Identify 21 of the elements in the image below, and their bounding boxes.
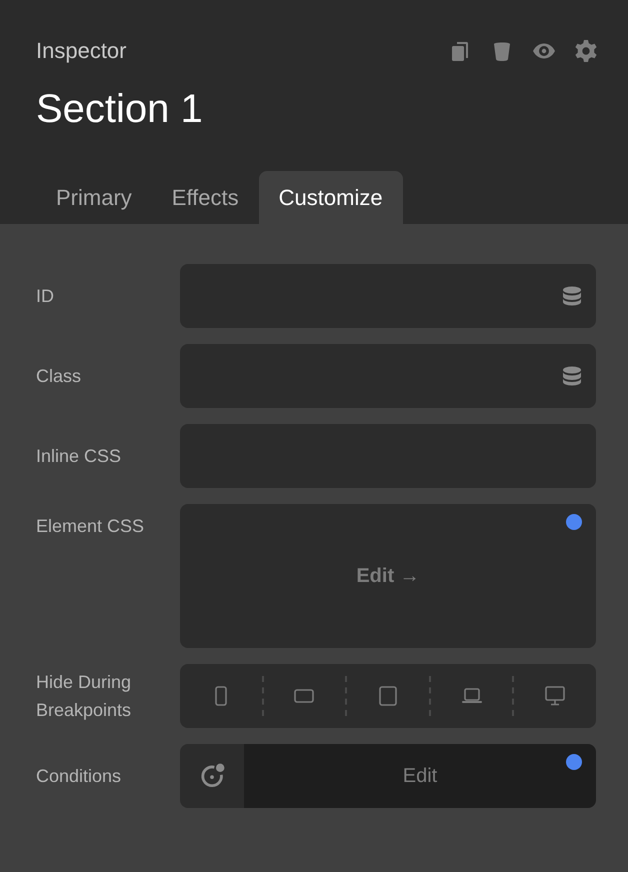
panel-label: Inspector [36,37,126,65]
conditions-edit-button[interactable]: Edit [244,744,596,808]
section-title: Section 1 [35,89,204,129]
field-label: Element CSS [36,515,146,538]
field-label: ID [36,285,55,308]
field-label: Inline CSS [36,445,122,468]
database-icon[interactable] [560,364,584,388]
tab[interactable]: Effects [152,171,259,224]
database-icon[interactable] [560,284,584,308]
text-input-field[interactable] [180,344,596,408]
settings-icon[interactable] [574,38,598,62]
tab[interactable]: Primary [36,171,152,224]
field-label: Class [36,365,82,388]
edit-link[interactable]: Edit → [356,561,420,591]
field-label: Hide During Breakpoints [36,671,132,722]
code-editor-field[interactable]: Edit → [180,504,596,648]
field-label: Conditions [36,765,122,788]
conditions-toggle-button[interactable] [180,744,244,808]
device-icon [543,684,568,708]
tab[interactable]: Customize [258,171,403,224]
text-input-field[interactable] [180,264,596,328]
